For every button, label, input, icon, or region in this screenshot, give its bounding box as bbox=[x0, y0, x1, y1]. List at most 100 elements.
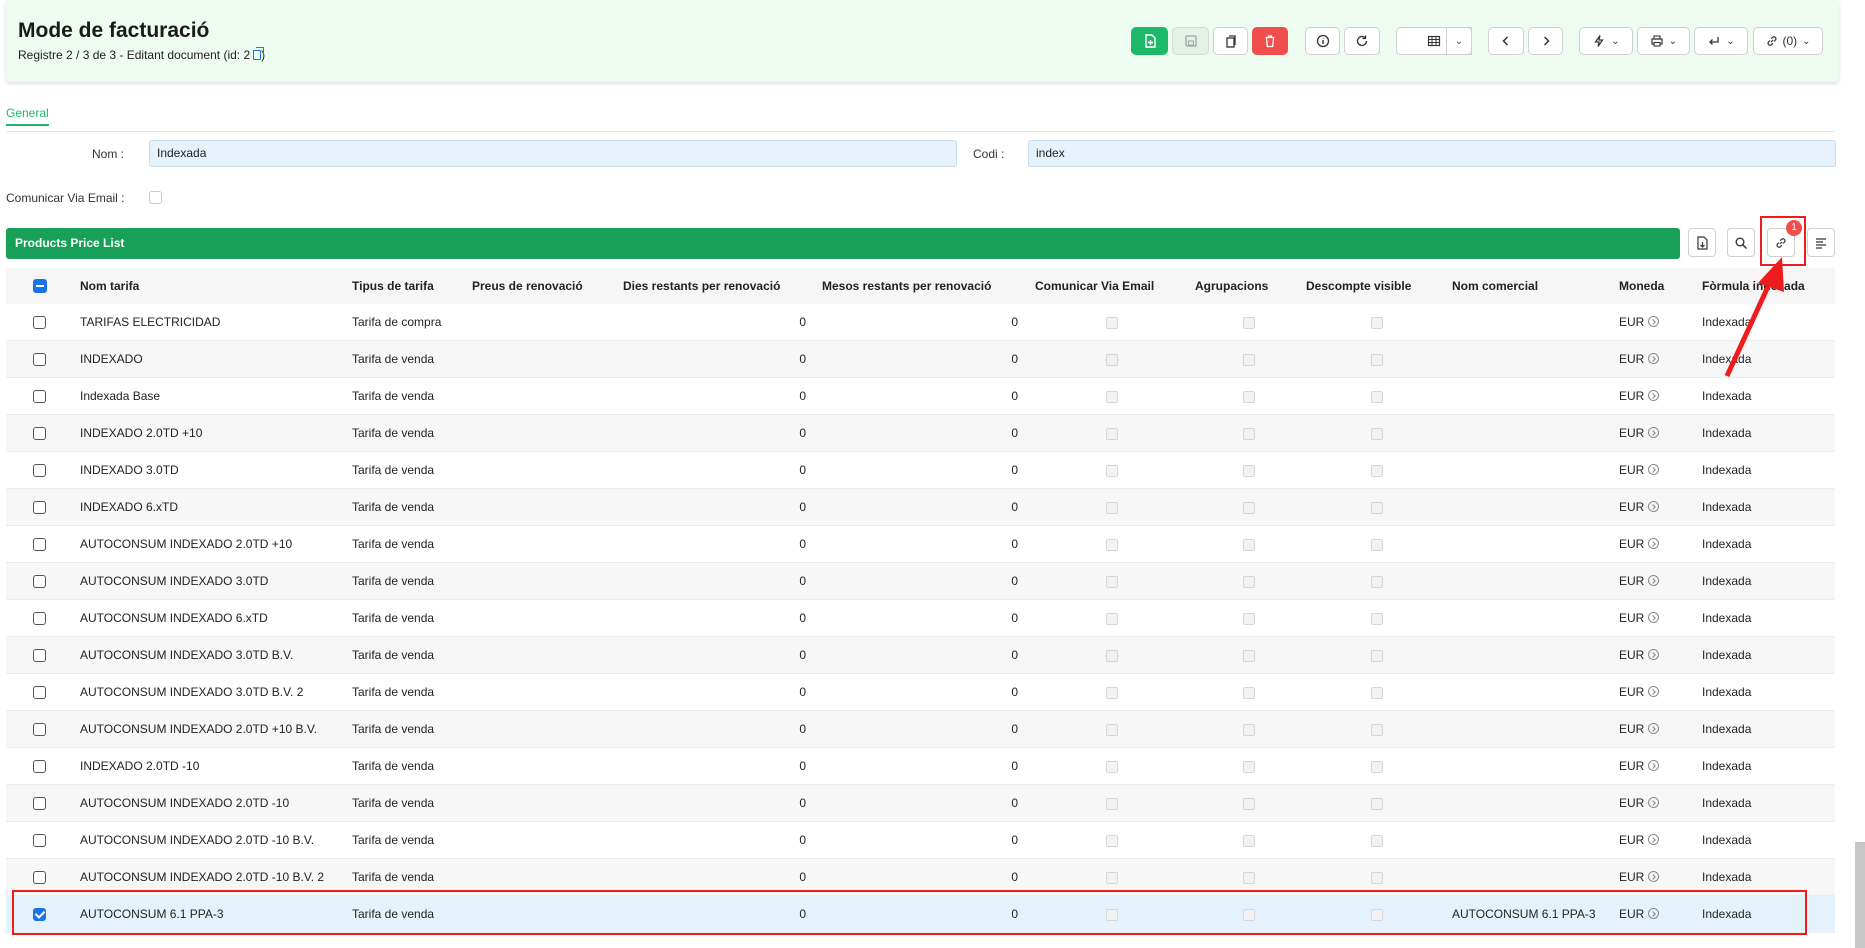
open-record-icon[interactable] bbox=[1648, 427, 1660, 438]
cell-tipus-tarifa: Tarifa de venda bbox=[352, 463, 435, 477]
row-checkbox[interactable] bbox=[33, 353, 46, 366]
attachments-menu-button[interactable]: (0) ⌄ bbox=[1753, 27, 1823, 55]
row-checkbox[interactable] bbox=[33, 464, 46, 477]
row-checkbox[interactable] bbox=[33, 575, 46, 588]
row-checkbox[interactable] bbox=[33, 834, 46, 847]
open-record-icon[interactable] bbox=[1648, 501, 1660, 512]
cell-agrupacions-checkbox bbox=[1243, 539, 1255, 551]
cell-tipus-tarifa: Tarifa de venda bbox=[352, 426, 435, 440]
table-row[interactable]: INDEXADO 3.0TD Tarifa de venda 0 0 EUR Indexa… bbox=[6, 452, 1835, 489]
row-checkbox[interactable] bbox=[33, 501, 46, 514]
row-checkbox[interactable] bbox=[33, 649, 46, 662]
cell-moneda-value: EUR bbox=[1619, 463, 1645, 477]
link-icon bbox=[1767, 36, 1777, 46]
row-checkbox[interactable] bbox=[33, 723, 46, 736]
table-row[interactable]: AUTOCONSUM INDEXADO 2.0TD -10 B.V. Tarifa… bbox=[6, 822, 1835, 859]
open-record-icon[interactable] bbox=[1648, 686, 1660, 697]
save-button[interactable] bbox=[1172, 27, 1209, 55]
open-record-icon[interactable] bbox=[1648, 760, 1660, 771]
row-checkbox[interactable] bbox=[33, 871, 46, 884]
col-nom-tarifa[interactable]: Nom tarifa bbox=[80, 279, 139, 293]
table-row[interactable]: INDEXADO Tarifa de venda 0 0 EUR Indexada bbox=[6, 341, 1835, 378]
open-record-icon[interactable] bbox=[1648, 612, 1660, 623]
table-row[interactable]: AUTOCONSUM INDEXADO 2.0TD -10 Tarifa de v… bbox=[6, 785, 1835, 822]
row-checkbox[interactable] bbox=[33, 797, 46, 810]
row-checkbox[interactable] bbox=[33, 538, 46, 551]
open-record-icon[interactable] bbox=[1648, 353, 1660, 364]
open-record-icon[interactable] bbox=[1648, 316, 1660, 327]
cell-formula-indexada: Indexada bbox=[1702, 648, 1752, 662]
delete-button[interactable] bbox=[1252, 27, 1288, 55]
row-checkbox[interactable] bbox=[33, 316, 46, 329]
grid-export-button[interactable] bbox=[1688, 228, 1716, 257]
cell-formula-indexada: Indexada bbox=[1702, 463, 1752, 477]
row-checkbox[interactable] bbox=[33, 427, 46, 440]
table-row[interactable]: AUTOCONSUM INDEXADO 2.0TD +10 B.V. Tarifa… bbox=[6, 711, 1835, 748]
col-nom-comercial[interactable]: Nom comercial bbox=[1452, 279, 1538, 293]
email-checkbox[interactable] bbox=[149, 191, 162, 204]
actions-menu-button[interactable]: ⌄ bbox=[1579, 27, 1633, 55]
nom-input[interactable]: Indexada bbox=[149, 140, 957, 167]
col-mesos-restants[interactable]: Mesos restants per renovació bbox=[822, 279, 991, 293]
col-agrupacions[interactable]: Agrupacions bbox=[1195, 279, 1268, 293]
record-info: Registre 2 / 3 de 3 - Editant document (… bbox=[18, 48, 251, 62]
col-tipus-tarifa[interactable]: Tipus de tarifa bbox=[352, 279, 434, 293]
cell-dies-restants: 0 bbox=[799, 389, 806, 403]
cell-mesos-restants: 0 bbox=[1011, 315, 1018, 329]
cell-comunicar-email-checkbox bbox=[1106, 428, 1118, 440]
col-preus-renovacio[interactable]: Preus de renovació bbox=[472, 279, 583, 293]
table-row[interactable]: AUTOCONSUM INDEXADO 3.0TD B.V. 2 Tarifa d… bbox=[6, 674, 1835, 711]
tab-general[interactable]: General bbox=[6, 106, 49, 120]
table-row[interactable]: INDEXADO 2.0TD -10 Tarifa de venda 0 0 EUR In… bbox=[6, 748, 1835, 785]
open-record-icon[interactable] bbox=[1648, 723, 1660, 734]
info-button[interactable] bbox=[1305, 27, 1340, 55]
cell-tipus-tarifa: Tarifa de venda bbox=[352, 574, 435, 588]
table-row[interactable]: AUTOCONSUM INDEXADO 2.0TD +10 Tarifa de v… bbox=[6, 526, 1835, 563]
cell-dies-restants: 0 bbox=[799, 315, 806, 329]
grid-columns-button[interactable] bbox=[1807, 228, 1835, 257]
open-record-icon[interactable] bbox=[1648, 797, 1660, 808]
reload-button[interactable] bbox=[1344, 27, 1380, 55]
duplicate-button[interactable] bbox=[1213, 27, 1248, 55]
cell-formula-indexada: Indexada bbox=[1702, 685, 1752, 699]
table-row[interactable]: Indexada Base Tarifa de venda 0 0 EUR Indexad… bbox=[6, 378, 1835, 415]
next-record-button[interactable] bbox=[1528, 27, 1563, 55]
table-row[interactable]: AUTOCONSUM INDEXADO 3.0TD Tarifa de venda… bbox=[6, 563, 1835, 600]
reload-icon bbox=[1356, 35, 1368, 47]
col-formula-indexada[interactable]: Fòrmula indexada bbox=[1702, 279, 1805, 293]
chevron-right-icon bbox=[1543, 36, 1550, 46]
select-all-checkbox[interactable] bbox=[33, 279, 47, 293]
grid-search-button[interactable] bbox=[1727, 228, 1755, 257]
col-comunicar-email[interactable]: Comunicar Via Email bbox=[1035, 279, 1154, 293]
previous-record-button[interactable] bbox=[1488, 27, 1524, 55]
open-record-icon[interactable] bbox=[1648, 575, 1660, 586]
copy-id-icon[interactable] bbox=[253, 47, 265, 60]
row-checkbox[interactable] bbox=[33, 686, 46, 699]
row-checkbox[interactable] bbox=[33, 390, 46, 403]
table-row[interactable]: TARIFAS ELECTRICIDAD Tarifa de compra 0 0 EU… bbox=[6, 304, 1835, 341]
cell-moneda-value: EUR bbox=[1619, 389, 1645, 403]
table-row[interactable]: INDEXADO 2.0TD +10 Tarifa de venda 0 0 EUR In… bbox=[6, 415, 1835, 452]
page-scrollbar[interactable] bbox=[1855, 842, 1865, 948]
table-row[interactable]: AUTOCONSUM INDEXADO 6.xTD Tarifa de venda… bbox=[6, 600, 1835, 637]
view-mode-dropdown[interactable]: ⌄ bbox=[1446, 27, 1472, 55]
reports-menu-button[interactable]: ⌄ bbox=[1694, 27, 1748, 55]
cell-tipus-tarifa: Tarifa de venda bbox=[352, 611, 435, 625]
table-row[interactable]: INDEXADO 6.xTD Tarifa de venda 0 0 EUR Indexa… bbox=[6, 489, 1835, 526]
open-record-icon[interactable] bbox=[1648, 871, 1660, 882]
annotation-highlight-row bbox=[12, 890, 1807, 935]
open-record-icon[interactable] bbox=[1648, 464, 1660, 475]
col-dies-restants[interactable]: Dies restants per renovació bbox=[623, 279, 780, 293]
col-descompte-visible[interactable]: Descompte visible bbox=[1306, 279, 1411, 293]
row-checkbox[interactable] bbox=[33, 760, 46, 773]
table-row[interactable]: AUTOCONSUM INDEXADO 3.0TD B.V. Tarifa de … bbox=[6, 637, 1835, 674]
codi-input[interactable]: index bbox=[1028, 140, 1836, 167]
new-button[interactable] bbox=[1131, 27, 1168, 55]
open-record-icon[interactable] bbox=[1648, 538, 1660, 549]
open-record-icon[interactable] bbox=[1648, 649, 1660, 660]
open-record-icon[interactable] bbox=[1648, 834, 1660, 845]
open-record-icon[interactable] bbox=[1648, 390, 1660, 401]
print-menu-button[interactable]: ⌄ bbox=[1637, 27, 1690, 55]
row-checkbox[interactable] bbox=[33, 612, 46, 625]
col-moneda[interactable]: Moneda bbox=[1619, 279, 1664, 293]
